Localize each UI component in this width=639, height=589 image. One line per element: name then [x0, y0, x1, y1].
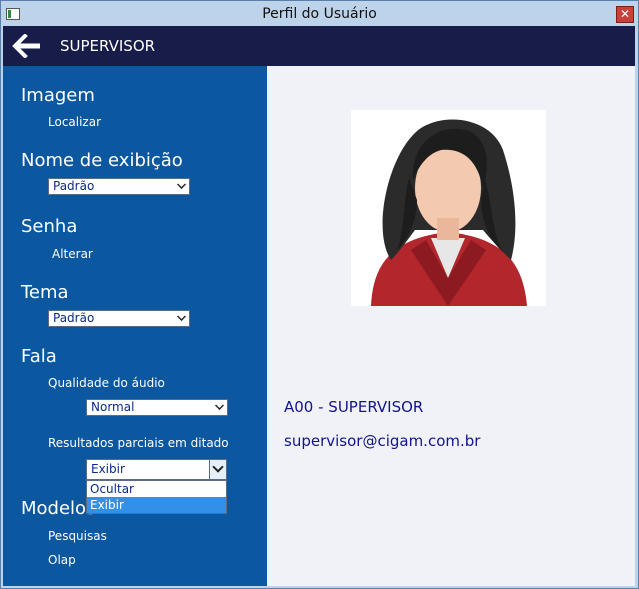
localizar-link[interactable]: Localizar	[48, 115, 101, 129]
partial-results-value: Exibir	[91, 462, 125, 476]
display-name-select[interactable]: Padrão	[48, 178, 190, 195]
section-modelos-header: Modelos	[21, 498, 96, 519]
display-name-value: Padrão	[53, 179, 95, 193]
theme-select[interactable]: Padrão	[48, 310, 190, 327]
section-nome-header: Nome de exibição	[21, 150, 183, 171]
window-title: Perfil do Usuário	[262, 6, 377, 22]
chevron-down-icon	[177, 312, 186, 321]
theme-value: Padrão	[53, 311, 95, 325]
section-imagem-header: Imagem	[21, 85, 95, 106]
app-header: SUPERVISOR	[3, 26, 635, 66]
audio-quality-label: Qualidade do áudio	[48, 376, 165, 390]
user-code-name: A00 - SUPERVISOR	[284, 398, 424, 416]
section-fala-header: Fala	[21, 346, 57, 367]
section-tema-header: Tema	[21, 282, 69, 303]
back-arrow-icon[interactable]	[12, 34, 42, 58]
audio-quality-select[interactable]: Normal	[86, 399, 228, 416]
section-senha-header: Senha	[21, 216, 78, 237]
chevron-down-icon	[177, 180, 186, 189]
audio-quality-value: Normal	[91, 400, 135, 414]
user-avatar	[351, 110, 546, 306]
chevron-down-icon	[215, 401, 224, 410]
user-email: supervisor@cigam.com.br	[284, 432, 481, 450]
partial-results-select[interactable]: Exibir	[86, 459, 227, 480]
partial-results-label: Resultados parciais em ditado	[48, 436, 229, 450]
dropdown-button[interactable]	[209, 460, 226, 479]
modelos-item-pesquisas[interactable]: Pesquisas	[48, 529, 107, 543]
option-exibir[interactable]: Exibir	[87, 497, 226, 513]
option-ocultar[interactable]: Ocultar	[87, 481, 226, 497]
title-bar: Perfil do Usuário ✕	[1, 1, 638, 27]
header-title: SUPERVISOR	[60, 37, 156, 55]
modelos-item-olap[interactable]: Olap	[48, 553, 76, 567]
partial-results-options: Ocultar Exibir	[86, 480, 227, 514]
close-button[interactable]: ✕	[616, 6, 634, 23]
chevron-down-icon	[212, 461, 224, 473]
alterar-senha-link[interactable]: Alterar	[52, 247, 93, 261]
